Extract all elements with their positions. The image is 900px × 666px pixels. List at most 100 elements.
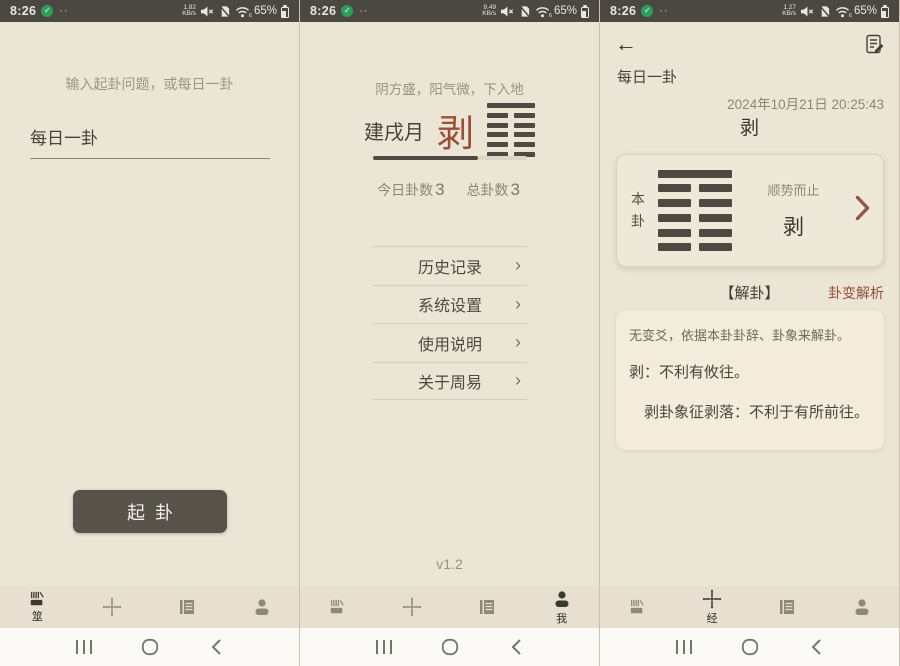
no-sim-icon	[818, 5, 831, 18]
stat-label: 今日卦数	[377, 182, 433, 198]
cross-move-icon	[102, 597, 122, 617]
tab-divination[interactable]	[600, 586, 675, 628]
ask-question-content: 输入起卦问题，或每日一卦 起卦	[0, 22, 299, 586]
tab-bar: 经	[600, 586, 899, 628]
stat-label: 总卦数	[466, 182, 508, 198]
network-speed: 1.82KB/s	[182, 5, 196, 18]
chevron-right-icon: ›	[515, 332, 521, 353]
battery-percent: 65%	[254, 5, 277, 17]
book-icon	[177, 597, 197, 617]
battery-icon	[281, 5, 289, 18]
chevron-right-icon	[855, 195, 870, 226]
book-icon	[777, 597, 797, 617]
back-key-icon[interactable]	[805, 637, 827, 657]
tab-divination[interactable]	[300, 586, 375, 628]
hexagram-symbol	[487, 103, 535, 157]
main-hexagram-card[interactable]: 本卦 顺势而止 剥	[616, 154, 884, 267]
page-title: 每日一卦	[617, 66, 677, 87]
android-nav-bar	[300, 628, 599, 666]
back-key-icon[interactable]	[205, 637, 227, 657]
notification-dots: ··	[359, 5, 368, 17]
hexagram-change-link[interactable]: 卦变解析	[828, 283, 884, 303]
menu-item-settings[interactable]: 系统设置›	[373, 285, 527, 324]
chevron-right-icon: ›	[515, 255, 521, 276]
battery-icon	[581, 5, 589, 18]
interpretation-note: 无变爻，依据本卦卦辞、卦象来解卦。	[629, 325, 871, 344]
home-key-icon[interactable]	[439, 637, 461, 657]
chevron-right-icon: ›	[515, 370, 521, 391]
screen-ask-question: 8:26 ✓ ·· 1.82KB/s 6 65% 输入起卦问题，或每日一卦 起卦…	[0, 0, 300, 666]
tab-label: 经	[707, 610, 718, 626]
network-speed: 1.27KB/s	[782, 5, 796, 18]
card-role-label: 本卦	[630, 189, 646, 232]
person-icon	[252, 597, 272, 617]
tab-commentary[interactable]	[450, 586, 525, 628]
cross-move-icon	[402, 597, 422, 617]
status-bar: 8:26 ✓ ·· 1.82KB/s 6 65%	[0, 0, 299, 22]
android-nav-bar	[600, 628, 899, 666]
volume-muted-icon	[500, 5, 514, 18]
tab-commentary[interactable]	[750, 586, 825, 628]
back-arrow-icon[interactable]: ←	[615, 30, 637, 58]
home-key-icon[interactable]	[739, 637, 761, 657]
wifi-icon: 6	[235, 5, 250, 18]
vpn-shield-icon: ✓	[341, 5, 353, 17]
book-icon	[477, 597, 497, 617]
android-nav-bar	[0, 628, 299, 666]
status-bar: 8:26 ✓ ·· 9.49KB/s 6 65%	[300, 0, 599, 22]
yarrow-sticks-icon	[627, 599, 647, 615]
status-time: 8:26	[610, 4, 636, 18]
hexagram-subtitle: 阴方盛，阳气微，下入地	[300, 78, 599, 98]
tab-label: 我	[556, 610, 567, 626]
back-key-icon[interactable]	[505, 637, 527, 657]
settings-menu: 历史记录› 系统设置› 使用说明› 关于周易›	[373, 246, 527, 400]
tab-classic[interactable]	[75, 586, 150, 628]
edit-note-icon[interactable]	[864, 33, 886, 60]
network-speed: 9.49KB/s	[482, 5, 496, 18]
hexagram-judgment: 剥：不利有攸往。	[629, 361, 871, 382]
menu-item-about[interactable]: 关于周易›	[373, 362, 527, 401]
vpn-shield-icon: ✓	[641, 5, 653, 17]
app-version: v1.2	[300, 556, 599, 572]
tab-label: 筮	[32, 608, 43, 624]
recents-key-icon[interactable]	[373, 637, 395, 657]
hexagram-name: 剥	[437, 103, 474, 157]
recents-key-icon[interactable]	[73, 637, 95, 657]
question-input[interactable]	[30, 122, 270, 159]
tab-commentary[interactable]	[150, 586, 225, 628]
hexagram-name: 剥	[600, 113, 899, 140]
tab-classic[interactable]	[375, 586, 450, 628]
screen-hexagram-detail: 8:26 ✓ ·· 1.27KB/s 6 65% ← 每日一卦 2024年10月…	[600, 0, 900, 666]
wifi-icon: 6	[535, 5, 550, 18]
status-time: 8:26	[10, 4, 36, 18]
hexagram-explanation: 剥卦象征剥落：不利于有所前往。	[629, 401, 871, 422]
tab-bar: 筮	[0, 586, 299, 628]
status-time: 8:26	[310, 4, 336, 18]
month-progress-bar	[373, 156, 527, 160]
detail-header: ←	[600, 30, 899, 60]
cast-hexagram-button[interactable]: 起卦	[73, 490, 227, 533]
person-icon	[552, 589, 572, 609]
home-content: 阴方盛，阳气微，下入地 建戌月 剥 今日卦数3 总卦数3 历史记录› 系统设置›…	[300, 22, 599, 586]
tab-classic[interactable]: 经	[675, 586, 750, 628]
tab-bar: 我	[300, 586, 599, 628]
recents-key-icon[interactable]	[673, 637, 695, 657]
battery-percent: 65%	[854, 5, 877, 17]
tab-divination[interactable]: 筮	[0, 586, 75, 628]
battery-percent: 65%	[554, 5, 577, 17]
chevron-right-icon: ›	[515, 294, 521, 315]
yarrow-sticks-icon	[327, 599, 347, 615]
yarrow-sticks-icon	[27, 591, 47, 607]
question-hint: 输入起卦问题，或每日一卦	[0, 74, 299, 94]
timestamp: 2024年10月21日 20:25:43	[727, 93, 884, 113]
home-key-icon[interactable]	[139, 637, 161, 657]
tab-profile[interactable]	[224, 586, 299, 628]
tab-profile[interactable]	[824, 586, 899, 628]
cross-move-icon	[702, 589, 722, 609]
tab-profile[interactable]: 我	[524, 586, 599, 628]
menu-item-history[interactable]: 历史记录›	[373, 246, 527, 285]
menu-item-help[interactable]: 使用说明›	[373, 323, 527, 362]
card-text-block: 顺势而止 剥	[732, 180, 855, 241]
wifi-icon: 6	[835, 5, 850, 18]
hexagram-main-row: 建戌月 剥	[300, 102, 599, 158]
